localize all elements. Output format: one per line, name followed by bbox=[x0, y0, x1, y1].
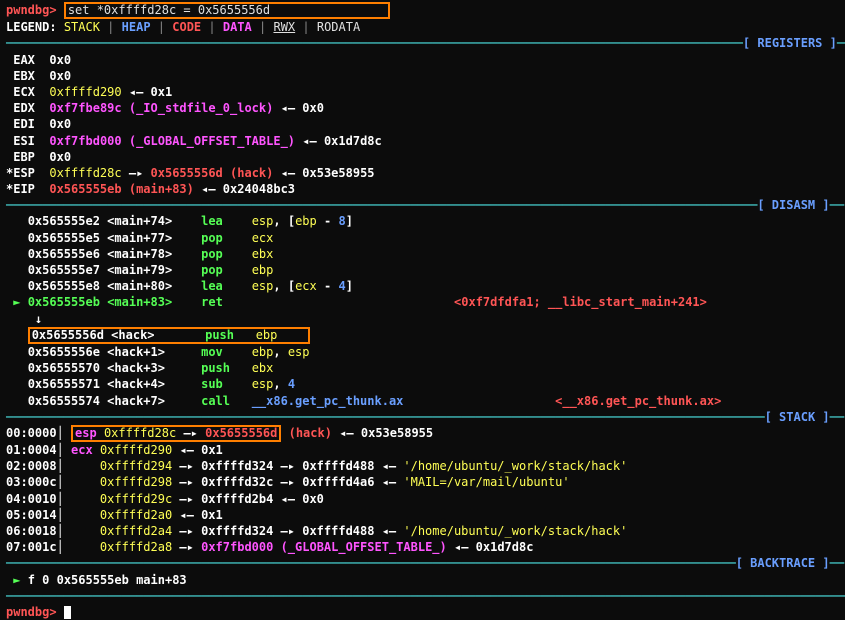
stack-6: 06:0018│ 0xffffd2a4 —▸ 0xffffd324 —▸ 0xf… bbox=[6, 523, 839, 539]
reg-esp: *ESP 0xffffd28c —▸ 0x5655556d (hack) ◂— … bbox=[6, 165, 839, 181]
section-backtrace: ────────────────────────────────────────… bbox=[6, 555, 839, 571]
disasm-7: 0x5655556e <hack+1> mov ebp, esp bbox=[6, 344, 839, 360]
prompt-line[interactable]: pwndbg> set *0xffffd28c = 0x5655556d bbox=[6, 2, 839, 19]
section-registers: ────────────────────────────────────────… bbox=[6, 35, 839, 51]
disasm-0: 0x565555e2 <main+74> lea esp, [ebp - 8] bbox=[6, 213, 839, 229]
stack-4: 04:0010│ 0xffffd29c —▸ 0xffffd2b4 ◂— 0x0 bbox=[6, 491, 839, 507]
disasm-3: 0x565555e7 <main+79> pop ebp bbox=[6, 262, 839, 278]
disasm-5: ► 0x565555eb <main+83> ret <0xf7dfdfa1; … bbox=[6, 294, 839, 310]
reg-edi: EDI 0x0 bbox=[6, 116, 839, 132]
section-disasm: ────────────────────────────────────────… bbox=[6, 197, 839, 213]
disasm-10: 0x56555574 <hack+7> call __x86.get_pc_th… bbox=[6, 393, 839, 409]
stack-3: 03:000c│ 0xffffd298 —▸ 0xffffd32c —▸ 0xf… bbox=[6, 474, 839, 490]
stack-0: 00:0000│ esp 0xffffd28c —▸ 0x5655556d (h… bbox=[6, 425, 839, 442]
disasm-1: 0x565555e5 <main+77> pop ecx bbox=[6, 230, 839, 246]
prompt: pwndbg> bbox=[6, 3, 57, 17]
reg-ebp: EBP 0x0 bbox=[6, 149, 839, 165]
disasm-6: 0x5655556d <hack> push ebp bbox=[6, 327, 839, 344]
disasm-8: 0x56555570 <hack+3> push ebx bbox=[6, 360, 839, 376]
stack-1: 01:0004│ ecx 0xffffd290 ◂— 0x1 bbox=[6, 442, 839, 458]
cursor bbox=[64, 606, 71, 619]
stack-2: 02:0008│ 0xffffd294 —▸ 0xffffd324 —▸ 0xf… bbox=[6, 458, 839, 474]
reg-eax: EAX 0x0 bbox=[6, 52, 839, 68]
reg-esi: ESI 0xf7fbd000 (_GLOBAL_OFFSET_TABLE_) ◂… bbox=[6, 133, 839, 149]
stack-5: 05:0014│ 0xffffd2a0 ◂— 0x1 bbox=[6, 507, 839, 523]
reg-ebx: EBX 0x0 bbox=[6, 68, 839, 84]
legend-row: LEGEND: STACK | HEAP | CODE | DATA | RWX… bbox=[6, 19, 839, 35]
reg-edx: EDX 0xf7fbe89c (_IO_stdfile_0_lock) ◂— 0… bbox=[6, 100, 839, 116]
divider-end: ────────────────────────────────────────… bbox=[6, 588, 839, 604]
stack-7: 07:001c│ 0xffffd2a8 —▸ 0xf7fbd000 (_GLOB… bbox=[6, 539, 839, 555]
backtrace-0: ► f 0 0x565555eb main+83 bbox=[6, 572, 839, 588]
disasm-2: 0x565555e6 <main+78> pop ebx bbox=[6, 246, 839, 262]
disasm-9: 0x56555571 <hack+4> sub esp, 4 bbox=[6, 376, 839, 392]
reg-eip: *EIP 0x565555eb (main+83) ◂— 0x24048bc3 bbox=[6, 181, 839, 197]
disasm-4: 0x565555e8 <main+80> lea esp, [ecx - 4] bbox=[6, 278, 839, 294]
disasm-arrow: ↓ bbox=[6, 311, 839, 327]
reg-ecx: ECX 0xffffd290 ◂— 0x1 bbox=[6, 84, 839, 100]
highlighted-command: set *0xffffd28c = 0x5655556d bbox=[64, 2, 390, 19]
prompt-bottom[interactable]: pwndbg> bbox=[6, 604, 839, 620]
section-stack: ────────────────────────────────────────… bbox=[6, 409, 839, 425]
